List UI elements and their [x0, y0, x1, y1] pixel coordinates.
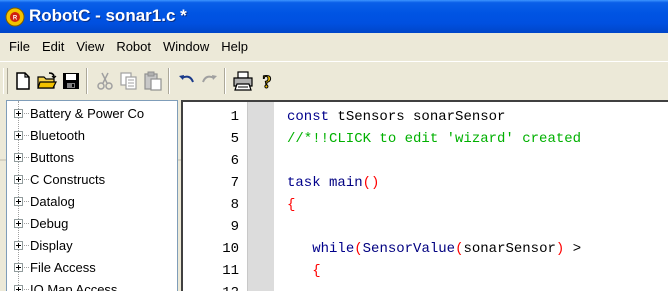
tree-item[interactable]: C Constructs	[7, 169, 177, 191]
code-text: tSensors sonarSensor	[337, 109, 506, 125]
menu-edit[interactable]: Edit	[36, 37, 70, 57]
robotc-app-icon[interactable]: R	[5, 7, 25, 27]
svg-text:R: R	[13, 16, 18, 22]
line-number: 1	[230, 109, 239, 125]
tree-item-label: Bluetooth	[30, 128, 85, 143]
tree-item[interactable]: Debug	[7, 213, 177, 235]
expand-plus-icon[interactable]	[14, 109, 23, 118]
save-icon[interactable]	[60, 70, 82, 92]
expand-plus-icon[interactable]	[14, 285, 23, 291]
tree-item[interactable]: IO Map Access	[7, 279, 177, 291]
code-paren: ()	[362, 175, 380, 191]
expand-plus-icon[interactable]	[14, 131, 23, 140]
code-operator: >	[564, 241, 582, 257]
code-keyword: while	[312, 241, 355, 257]
line-number: 12	[183, 282, 239, 291]
line-number: 7	[230, 175, 239, 191]
line-number: 8	[230, 197, 239, 213]
menu-file[interactable]: File	[3, 37, 36, 57]
expand-plus-icon[interactable]	[14, 241, 23, 250]
code-brace: {	[312, 263, 321, 279]
expand-plus-icon[interactable]	[14, 175, 23, 184]
menu-robot[interactable]: Robot	[110, 37, 157, 57]
redo-icon[interactable]	[198, 70, 220, 92]
line-number: 10	[222, 241, 239, 257]
code-line[interactable]: task main()	[287, 172, 379, 194]
paste-icon[interactable]	[142, 70, 164, 92]
help-icon[interactable]: ?	[256, 70, 278, 93]
code-editor[interactable]: 1 5 6 7 8 9 10 11 12 const tSensors sona…	[181, 100, 668, 291]
code-line[interactable]: const tSensors sonarSensor	[287, 106, 505, 128]
undo-icon[interactable]	[176, 70, 198, 92]
code-line[interactable]: while(SensorValue(sonarSensor) >	[287, 238, 581, 260]
code-line[interactable]: //*!!CLICK to edit 'wizard' created	[287, 128, 581, 150]
tree-item-label: Battery & Power Co	[30, 106, 145, 121]
window-title: RobotC - sonar1.c *	[29, 6, 187, 25]
tree-item-label: File Access	[30, 260, 96, 275]
toolbar: ?	[0, 61, 668, 161]
toolbar-separator	[86, 68, 88, 94]
tree-item[interactable]: Datalog	[7, 191, 177, 213]
copy-icon[interactable]	[118, 70, 140, 92]
code-keyword: task	[287, 175, 330, 191]
line-number: 9	[230, 219, 239, 235]
tree-item[interactable]: Buttons	[7, 147, 177, 169]
tree-item-label: C Constructs	[30, 172, 106, 187]
title-bar[interactable]: R RobotC - sonar1.c *	[0, 0, 668, 33]
tree-item-label: Debug	[30, 216, 69, 231]
toolbar-separator	[224, 68, 226, 94]
breakpoint-margin[interactable]	[247, 102, 274, 291]
code-comment: //*!!CLICK to edit 'wizard' created	[287, 131, 582, 147]
expand-plus-icon[interactable]	[14, 153, 23, 162]
open-folder-icon[interactable]	[36, 70, 58, 92]
tree-item[interactable]: Display	[7, 235, 177, 257]
menu-window[interactable]: Window	[157, 37, 215, 57]
tree-item-label: IO Map Access	[30, 282, 118, 291]
menu-view[interactable]: View	[70, 37, 110, 57]
line-number-gutter: 1 5 6 7 8 9 10 11 12	[183, 102, 247, 291]
new-file-icon[interactable]	[12, 70, 34, 92]
line-number: 11	[222, 263, 239, 279]
line-number: 6	[230, 153, 239, 169]
code-line[interactable]: {	[287, 194, 295, 216]
toolbar-grip[interactable]	[3, 68, 8, 94]
tree-item-label: Datalog	[30, 194, 75, 209]
expand-plus-icon[interactable]	[14, 197, 23, 206]
tree-item[interactable]: File Access	[7, 257, 177, 279]
menu-help[interactable]: Help	[215, 37, 254, 57]
cut-icon[interactable]	[94, 70, 116, 92]
toolbar-separator	[168, 68, 170, 94]
function-library-tree[interactable]: Battery & Power Co Bluetooth Buttons C C…	[6, 100, 178, 291]
tree-item-label: Buttons	[30, 150, 75, 165]
line-number: 5	[230, 131, 239, 147]
expand-plus-icon[interactable]	[14, 219, 23, 228]
svg-text:?: ?	[262, 72, 272, 92]
code-function: SensorValue	[362, 241, 456, 257]
code-keyword: const	[287, 109, 338, 125]
tree-item[interactable]: Battery & Power Co	[7, 103, 177, 125]
code-line[interactable]: {	[287, 260, 321, 282]
print-icon[interactable]	[232, 70, 254, 92]
code-paren: (	[354, 241, 363, 257]
tree-item-label: Display	[30, 238, 73, 253]
code-brace: {	[287, 197, 296, 213]
expand-plus-icon[interactable]	[14, 263, 23, 272]
code-function: main	[329, 175, 363, 191]
tree-item[interactable]: Bluetooth	[7, 125, 177, 147]
menu-bar: File Edit View Robot Window Help	[0, 33, 668, 61]
robotc-window: R RobotC - sonar1.c * File Edit View Rob…	[0, 0, 668, 291]
code-text: sonarSensor	[463, 241, 556, 257]
